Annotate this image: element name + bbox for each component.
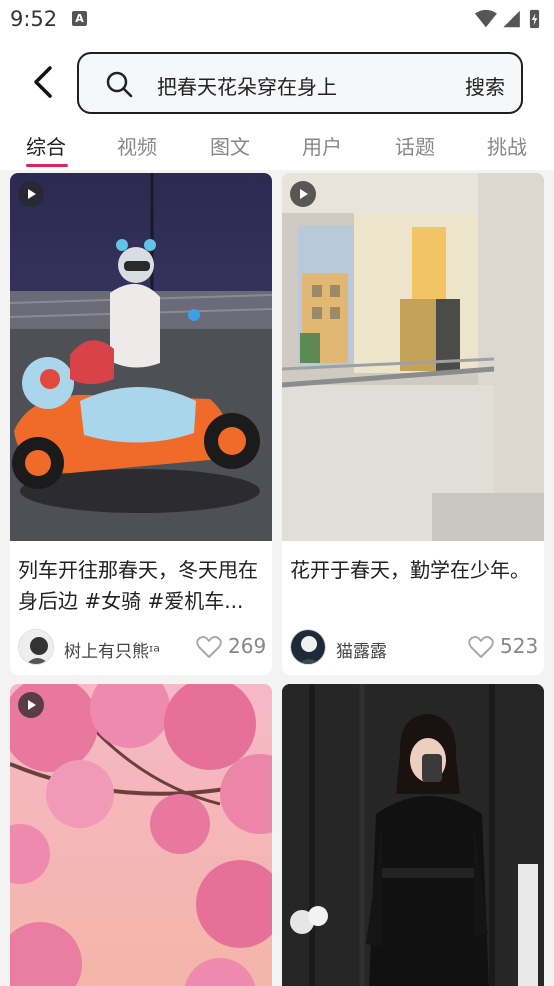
play-icon — [290, 181, 316, 207]
like-count: 269 — [228, 634, 267, 658]
status-time: 9:52 — [10, 7, 58, 31]
card-title[interactable]: 花开于春天，勤学在少年。 — [290, 555, 540, 617]
search-input[interactable]: 把春天花朵穿在身上 搜索 — [77, 52, 523, 114]
cherry-blossom-image — [10, 684, 272, 986]
tab-comprehensive[interactable]: 综合 — [26, 131, 66, 160]
video-thumbnail[interactable] — [10, 684, 272, 986]
active-tab-indicator — [26, 164, 68, 167]
building-corridor-image — [282, 173, 544, 541]
avatar[interactable] — [290, 629, 326, 665]
video-thumbnail[interactable] — [282, 173, 544, 541]
result-card[interactable]: 花开于春天，勤学在少年。 猫露露 523 — [282, 173, 544, 675]
search-icon — [106, 71, 133, 98]
result-tabs: 综合 视频 图文 用户 话题 挑战 — [0, 122, 554, 170]
image-thumbnail[interactable] — [282, 684, 544, 986]
result-card[interactable] — [282, 684, 544, 986]
search-button[interactable]: 搜索 — [465, 71, 505, 100]
author-name[interactable]: 树上有只熊ᶦᵃ — [64, 637, 160, 662]
result-card[interactable] — [10, 684, 272, 986]
search-query-text[interactable]: 把春天花朵穿在身上 — [157, 71, 337, 100]
results-feed[interactable]: 列车开往那春天，冬天甩在身后边 #女骑 #爱机车... 树上有只熊ᶦᵃ 269 — [0, 170, 554, 986]
card-title[interactable]: 列车开往那春天，冬天甩在身后边 #女骑 #爱机车... — [18, 555, 268, 617]
search-header: 把春天花朵穿在身上 搜索 — [0, 40, 554, 122]
tab-users[interactable]: 用户 — [302, 131, 342, 160]
tab-topics[interactable]: 话题 — [395, 131, 435, 160]
avatar[interactable] — [18, 629, 54, 665]
status-bar: 9:52 A — [0, 0, 554, 40]
tab-challenges[interactable]: 挑战 — [487, 131, 527, 160]
wifi-icon — [474, 9, 497, 28]
play-icon — [18, 181, 44, 207]
result-card[interactable]: 列车开往那春天，冬天甩在身后边 #女骑 #爱机车... 树上有只熊ᶦᵃ 269 — [10, 173, 272, 675]
video-thumbnail[interactable] — [10, 173, 272, 541]
heart-icon[interactable] — [196, 635, 222, 659]
heart-icon[interactable] — [468, 635, 494, 659]
woman-black-coat-image — [282, 684, 544, 986]
like-count: 523 — [500, 634, 539, 658]
status-icons — [474, 9, 540, 29]
signal-icon — [503, 10, 520, 28]
play-icon — [18, 692, 44, 718]
motorcycle-rider-image — [10, 173, 272, 541]
author-name[interactable]: 猫露露 — [336, 637, 387, 662]
back-icon[interactable] — [22, 60, 66, 104]
tab-image-text[interactable]: 图文 — [210, 131, 250, 160]
tab-video[interactable]: 视频 — [117, 131, 157, 160]
notification-app-icon: A — [72, 11, 87, 26]
